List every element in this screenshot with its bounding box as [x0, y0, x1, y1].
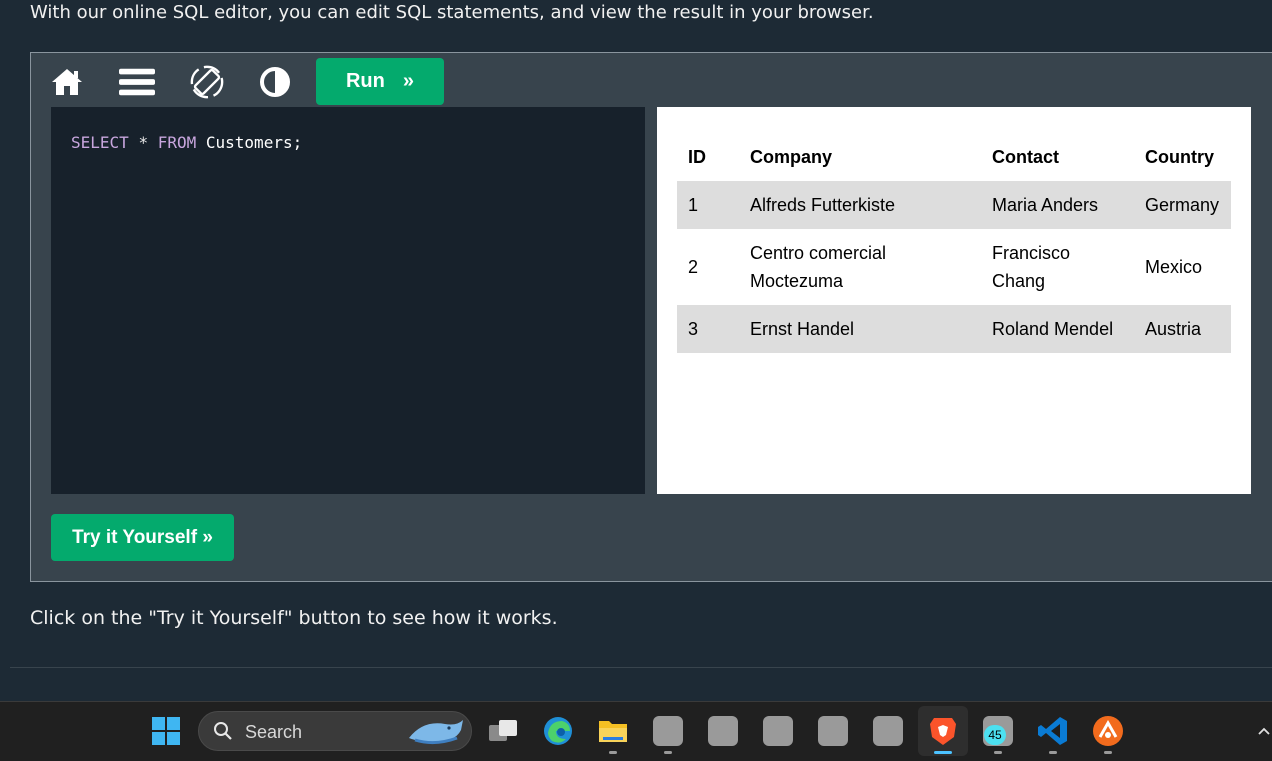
- cell-contact: Maria Anders: [981, 181, 1134, 229]
- menu-icon[interactable]: [119, 64, 155, 100]
- contrast-icon[interactable]: [257, 64, 293, 100]
- app-tile-5[interactable]: [871, 714, 905, 748]
- sql-editor[interactable]: SELECT * FROM Customers;: [51, 107, 645, 494]
- table-row: 3 Ernst Handel Roland Mendel Austria: [677, 305, 1231, 353]
- windows-start-icon[interactable]: [149, 714, 183, 748]
- intro-text: With our online SQL editor, you can edit…: [30, 2, 874, 23]
- search-icon: [213, 721, 233, 745]
- rotate-icon[interactable]: [189, 64, 225, 100]
- try-it-yourself-button[interactable]: Try it Yourself »: [51, 514, 234, 561]
- table-row: 1 Alfreds Futterkiste Maria Anders Germa…: [677, 181, 1231, 229]
- cell-country: Austria: [1134, 305, 1231, 353]
- chevron-up-icon[interactable]: [1256, 714, 1272, 748]
- cell-id: 2: [688, 257, 699, 277]
- file-explorer-icon[interactable]: [596, 714, 630, 748]
- running-indicator: [994, 751, 1002, 754]
- header-country: Country: [1145, 146, 1214, 167]
- sql-code[interactable]: SELECT * FROM Customers;: [71, 133, 302, 152]
- badge-app-icon[interactable]: 45: [981, 714, 1015, 748]
- cell-id: 1: [677, 181, 739, 229]
- orange-app-icon[interactable]: [1091, 714, 1125, 748]
- app-tile-3[interactable]: [761, 714, 795, 748]
- run-arrow: »: [402, 70, 414, 92]
- table-name: Customers;: [205, 133, 303, 152]
- cell-company: Alfreds Futterkiste: [739, 181, 981, 229]
- result-panel: ID Company Contact Country 1 Alfreds Fut…: [657, 107, 1251, 494]
- divider: [10, 667, 1272, 668]
- cell-country: Mexico: [1145, 257, 1203, 277]
- cell-country: Germany: [1134, 181, 1231, 229]
- running-indicator: [664, 751, 672, 754]
- active-indicator: [934, 751, 952, 754]
- star-operator: *: [138, 133, 149, 152]
- keyword-select: SELECT: [71, 133, 129, 152]
- taskbar: [0, 701, 1272, 761]
- running-indicator: [609, 751, 617, 754]
- home-icon[interactable]: [49, 64, 85, 100]
- run-label: Run: [345, 70, 385, 92]
- header-id: ID: [688, 146, 706, 167]
- keyword-from: FROM: [157, 133, 197, 152]
- taskbar-search[interactable]: Search: [198, 711, 472, 751]
- table-row: 2 Centro comercial Moctezuma Francisco C…: [677, 229, 1231, 305]
- notification-badge: 45: [984, 725, 1006, 745]
- app-tile-1[interactable]: [651, 714, 685, 748]
- task-view-icon[interactable]: [486, 714, 520, 748]
- cell-contact: Francisco Chang: [992, 243, 1071, 291]
- search-label: Search: [245, 722, 303, 742]
- brave-browser-icon[interactable]: [926, 714, 960, 748]
- running-indicator: [1104, 751, 1112, 754]
- dolphin-icon: [405, 716, 467, 752]
- edge-browser-icon[interactable]: [541, 714, 575, 748]
- app-tile-2[interactable]: [706, 714, 740, 748]
- result-table: ID Company Contact Country 1 Alfreds Fut…: [677, 133, 1231, 353]
- header-company: Company: [750, 146, 833, 167]
- running-indicator: [1049, 751, 1057, 754]
- outro-text: Click on the "Try it Yourself" button to…: [30, 607, 558, 629]
- cell-id: 3: [677, 305, 739, 353]
- cell-company: Ernst Handel: [739, 305, 981, 353]
- header-contact: Contact: [992, 146, 1059, 167]
- cell-contact: Roland Mendel: [981, 305, 1134, 353]
- vscode-icon[interactable]: [1036, 714, 1070, 748]
- run-button[interactable]: Run »: [316, 58, 444, 105]
- table-header-row: ID Company Contact Country: [677, 133, 1231, 181]
- app-tile-4[interactable]: [816, 714, 850, 748]
- cell-company: Centro comercial Moctezuma: [750, 243, 887, 291]
